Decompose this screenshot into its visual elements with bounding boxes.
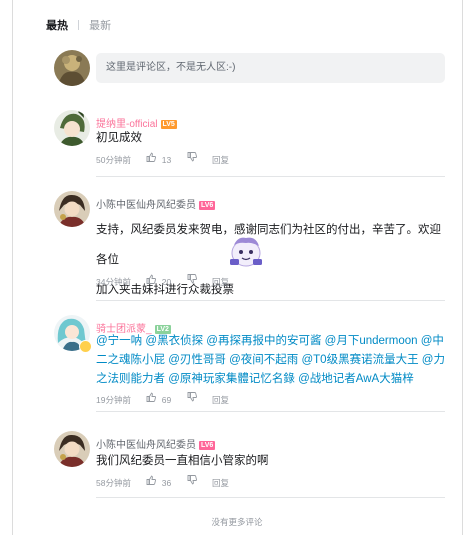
comment-meta: 58分钟前 36 回复 <box>96 475 229 489</box>
thumbs-down-icon[interactable] <box>187 152 197 162</box>
sort-tabs: 最热 最新 <box>46 17 111 33</box>
comment-time: 50分钟前 <box>96 154 131 165</box>
mention-link[interactable]: @夜间不起雨 <box>229 354 298 366</box>
comment-time: 19分钟前 <box>96 394 131 405</box>
mention-link[interactable]: @刃性哥哥 <box>168 354 226 366</box>
comment-composer: 这里是评论区，不是无人区:-) <box>54 50 445 86</box>
comment-meta: 19分钟前 69 回复 <box>96 392 229 406</box>
right-border <box>462 0 463 535</box>
mention-link[interactable]: @再探再报中的安可酱 <box>206 335 321 347</box>
mention-link[interactable]: @黑衣侦探 <box>145 335 203 347</box>
sticker-emote <box>228 233 264 269</box>
user-avatar[interactable] <box>54 110 90 146</box>
level-badge: LV6 <box>199 441 216 450</box>
reply-button[interactable]: 回复 <box>212 477 229 489</box>
mention-link[interactable]: @T0级黑赛诺流量大王 <box>301 354 418 366</box>
level-badge: LV5 <box>160 120 177 129</box>
my-avatar[interactable] <box>54 50 90 86</box>
comment-time: 34分钟前 <box>96 276 131 287</box>
like-count: 36 <box>161 477 172 488</box>
divider <box>96 411 445 412</box>
comment-text: 初见成效 <box>96 127 142 149</box>
like-count: 13 <box>161 154 172 165</box>
comment-meta: 50分钟前 13 回复 <box>96 152 229 166</box>
thumbs-down-icon[interactable] <box>187 392 197 402</box>
user-avatar[interactable] <box>54 191 90 227</box>
comment-line: 支持，风纪委员发来贺电，感谢同志们为社区的付出，辛苦了。欢迎各位 <box>96 224 441 266</box>
like-count: 69 <box>161 394 172 405</box>
comment-text: @宁一呐 @黑衣侦探 @再探再报中的安可酱 @月下undermoon @中二之魂… <box>96 332 445 389</box>
tab-divider <box>78 20 80 30</box>
thumbs-up-icon[interactable] <box>146 392 157 402</box>
reply-button[interactable]: 回复 <box>212 276 229 288</box>
mention-link[interactable]: @原神玩家集體记忆名錄 <box>168 373 295 385</box>
username-text: 小陈中医仙舟风纪委员 <box>96 200 196 211</box>
comment-time: 58分钟前 <box>96 477 131 488</box>
comment-text: 支持，风纪委员发来贺电，感谢同志们为社区的付出，辛苦了。欢迎各位 加入夹击妹抖进… <box>96 215 445 305</box>
thumbs-up-icon[interactable] <box>146 475 157 485</box>
comment-item: 小陈中医仙舟风纪委员 LV6 我们风纪委员一直相信小管家的啊 58分钟前 36 回… <box>54 431 445 491</box>
no-more-comments: 没有更多评论 <box>211 517 263 527</box>
comment-item: 小陈中医仙舟风纪委员 LV6 支持，风纪委员发来贺电，感谢同志们为社区的付出，辛苦… <box>54 191 445 296</box>
divider <box>96 176 445 177</box>
tab-newest[interactable]: 最新 <box>89 17 111 33</box>
comment-input[interactable]: 这里是评论区，不是无人区:-) <box>96 53 445 83</box>
divider <box>96 300 445 301</box>
comment-item: 提纳里-official LV5 初见成效 50分钟前 13 回复 <box>54 110 445 170</box>
thumbs-down-icon[interactable] <box>187 274 197 284</box>
thumbs-up-icon[interactable] <box>146 274 157 284</box>
reply-button[interactable]: 回复 <box>212 154 229 166</box>
comment-meta: 34分钟前 20 回复 <box>96 274 229 288</box>
user-avatar[interactable] <box>54 431 90 467</box>
username[interactable]: 小陈中医仙舟风纪委员 LV6 <box>96 436 216 451</box>
reply-button[interactable]: 回复 <box>212 394 229 406</box>
username[interactable]: 小陈中医仙舟风纪委员 LV6 <box>96 196 216 211</box>
comment-item: 骑士团派蒙_ LV2 @宁一呐 @黑衣侦探 @再探再报中的安可酱 @月下under… <box>54 315 445 405</box>
thumbs-up-icon[interactable] <box>146 152 157 162</box>
comment-line: 我们风纪委员一直相信小管家的啊 <box>96 455 269 467</box>
left-border <box>12 0 13 535</box>
comment-text: 我们风纪委员一直相信小管家的啊 <box>96 450 269 472</box>
tab-hottest[interactable]: 最热 <box>46 17 68 33</box>
mention-link[interactable]: @战地记者AwA大猫梓 <box>298 373 414 385</box>
thumbs-down-icon[interactable] <box>187 475 197 485</box>
level-badge: LV6 <box>199 201 216 210</box>
comment-line: 初见成效 <box>96 132 142 144</box>
like-count: 20 <box>161 276 172 287</box>
mention-link[interactable]: @宁一呐 <box>96 335 142 347</box>
divider <box>96 497 445 498</box>
mention-link[interactable]: @月下undermoon <box>325 335 418 347</box>
pendant-badge <box>79 340 92 353</box>
